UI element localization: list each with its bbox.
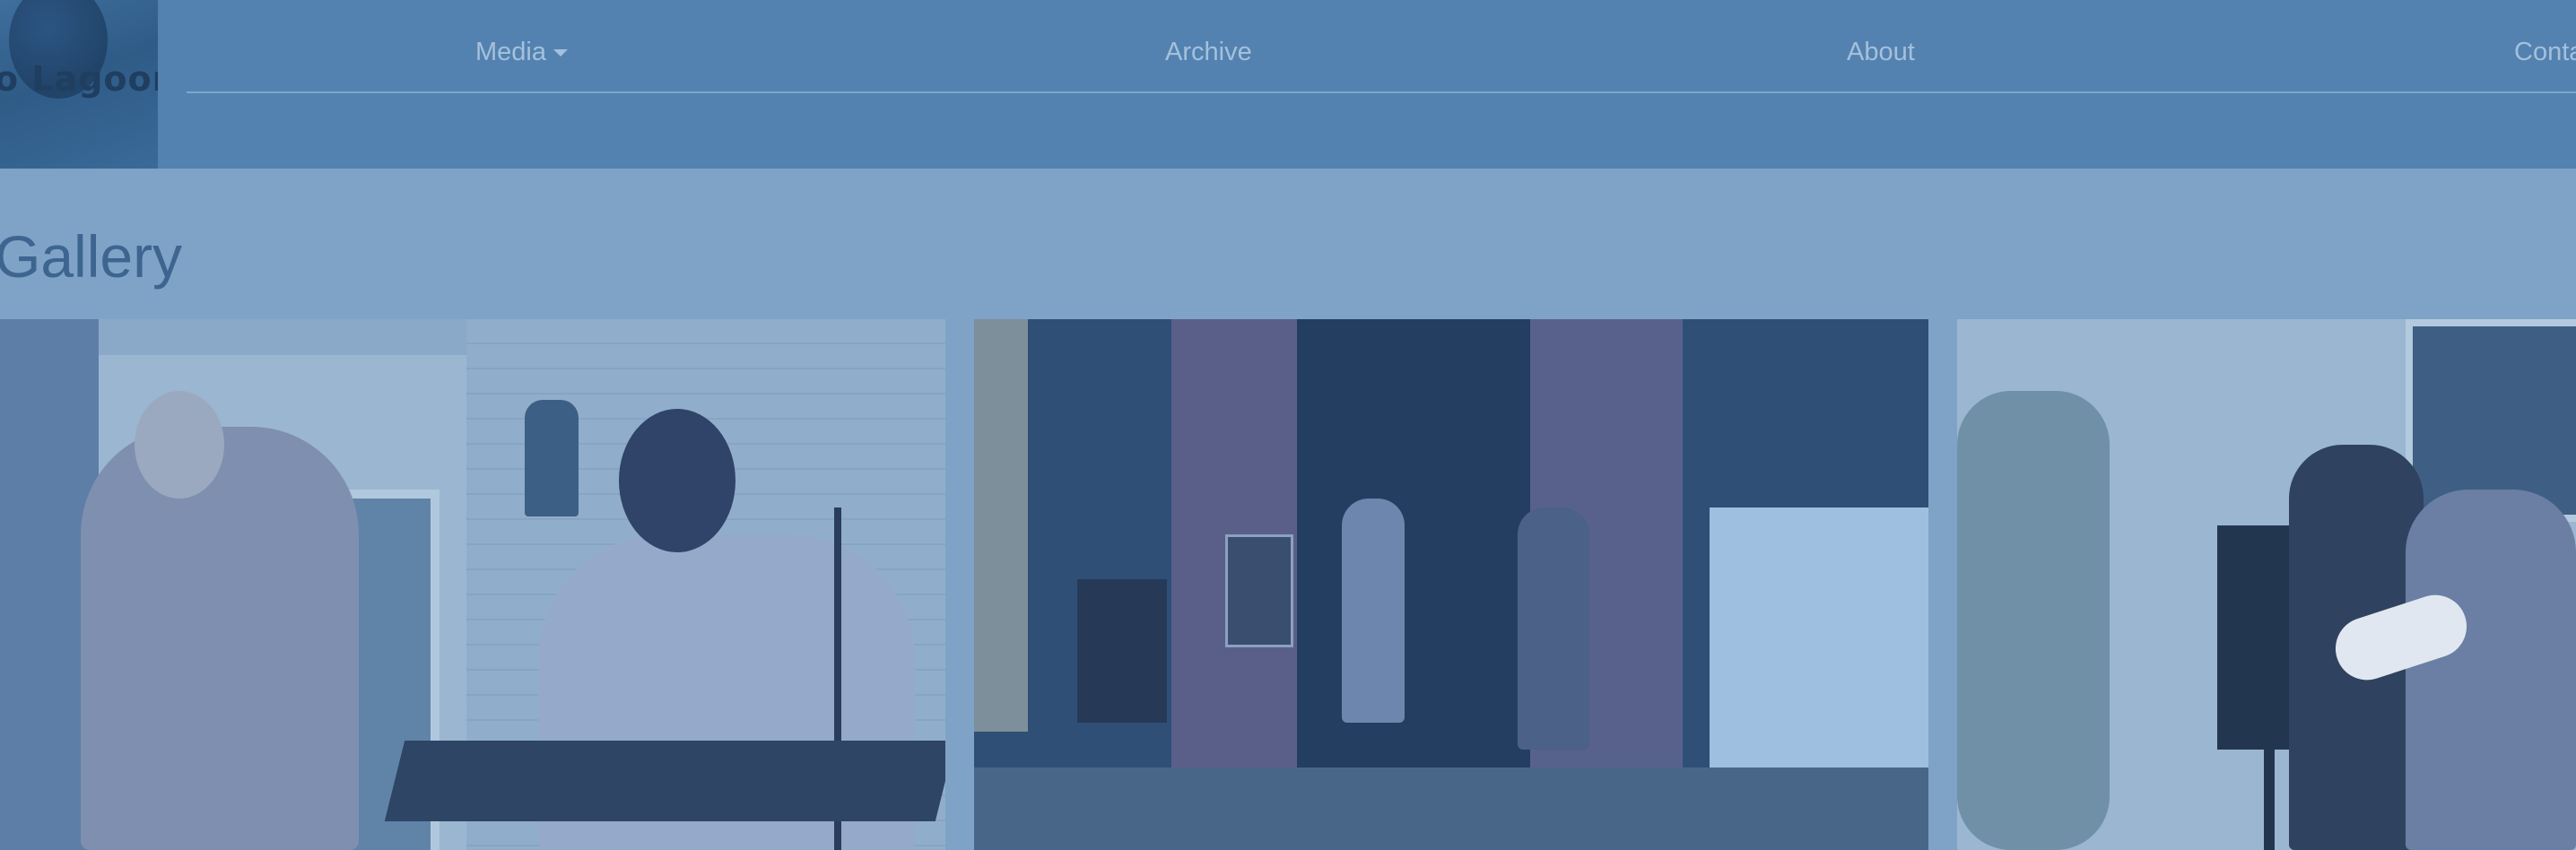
photo-amp [1077, 579, 1167, 723]
gallery-photo-3[interactable] [1957, 319, 2576, 850]
photo-guitarist-2 [1518, 507, 1589, 750]
photo-singer-head [135, 391, 224, 499]
caret-down-icon [553, 49, 568, 57]
photo-speaker-stand [2264, 750, 2275, 850]
nav-divider [187, 91, 2576, 93]
photo-guitarist-2 [2406, 490, 2576, 850]
logo-text: o Lagoon [0, 59, 158, 99]
page-title: Gallery [0, 223, 183, 290]
nav-media-label: Media [475, 38, 546, 66]
photo-stage [1297, 319, 1539, 785]
nav-contact-link[interactable]: Conta [2514, 38, 2576, 67]
photo-keyboardist-head [619, 409, 735, 552]
site-logo[interactable]: o Lagoon [0, 0, 158, 169]
gallery-photo-1[interactable] [0, 319, 945, 850]
photo-poster [1225, 534, 1293, 647]
nav-archive-link[interactable]: Archive [1165, 38, 1252, 67]
nav-about-link[interactable]: About [1847, 38, 1915, 67]
photo-guitarist-1 [1342, 499, 1405, 723]
photo-wall [974, 319, 1028, 732]
photo-lit-room [1710, 507, 1928, 776]
photo-singer [81, 427, 359, 850]
photo-keyboard [384, 741, 945, 821]
photo-bush [1957, 391, 2110, 850]
photo-lamp [525, 400, 579, 516]
gallery-photo-2[interactable] [974, 319, 1928, 850]
photo-floor [974, 768, 1928, 850]
navbar: o Lagoon Media Archive About Conta [0, 0, 2576, 169]
nav-media-dropdown[interactable]: Media [475, 38, 568, 67]
